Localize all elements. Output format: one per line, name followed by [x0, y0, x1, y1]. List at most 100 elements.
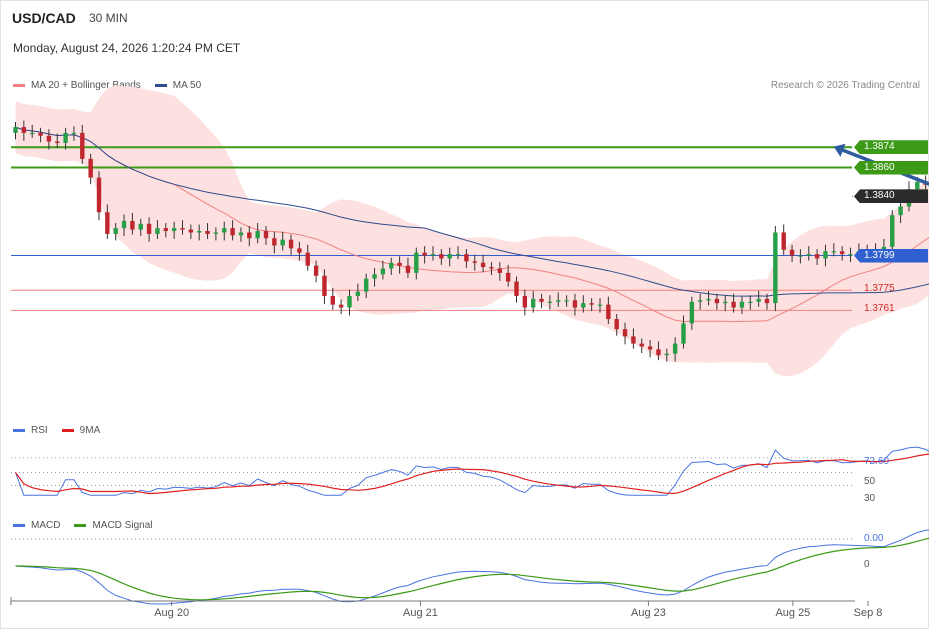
candle-body: [180, 228, 185, 230]
candle-body: [46, 135, 52, 142]
candle-body: [297, 248, 302, 253]
candle-body: [789, 249, 795, 256]
candle-body: [839, 251, 845, 255]
candle-body: [439, 254, 444, 259]
candle-body: [672, 343, 678, 354]
candle-body: [338, 304, 344, 308]
candle-body: [272, 238, 277, 246]
candle-body: [531, 298, 536, 308]
candle-body: [714, 298, 720, 304]
x-label-aug23: Aug 23: [630, 607, 666, 619]
candle-body: [614, 319, 619, 330]
candle-body: [380, 268, 386, 275]
candle-body: [288, 239, 294, 249]
candle-body: [171, 228, 177, 232]
candle-body: [96, 177, 102, 213]
candle-body: [489, 267, 494, 269]
candle-body: [497, 268, 502, 273]
candle-body: [514, 281, 519, 296]
candle-body: [764, 298, 770, 304]
candle-body: [522, 295, 528, 308]
candle-body: [205, 231, 210, 234]
candle-body: [372, 274, 377, 279]
candle-body: [138, 223, 143, 230]
candle-body: [647, 346, 653, 350]
candle-body: [389, 262, 394, 269]
candle-body: [238, 232, 244, 236]
candle-body: [322, 275, 327, 296]
candle-body: [814, 254, 820, 259]
rsi-tick-30: 30: [864, 493, 876, 504]
candle-body: [547, 301, 553, 303]
candle-body: [898, 206, 903, 216]
candle-body: [197, 231, 202, 233]
level-label-s2: 1.3761: [864, 303, 895, 315]
x-label-aug20: Aug 20: [154, 607, 190, 619]
candle-body: [121, 220, 127, 229]
candle-body: [723, 301, 728, 304]
candle-body: [88, 158, 93, 178]
candle-body: [706, 298, 711, 301]
candle-body: [364, 278, 369, 292]
candle-body: [447, 254, 452, 259]
candle-body: [656, 349, 661, 356]
candle-body: [188, 229, 194, 233]
candle-body: [405, 265, 411, 273]
candle-body: [556, 300, 561, 302]
rsi-tick-50: 50: [864, 476, 876, 487]
candle-body: [739, 301, 745, 308]
candle-body: [280, 239, 285, 246]
candle-body: [606, 304, 611, 320]
candle-body: [422, 252, 427, 256]
candle-body: [130, 220, 135, 230]
level-label-r2: 1.3874: [854, 140, 928, 155]
candle-body: [689, 301, 695, 324]
candle-body: [464, 254, 469, 262]
candle-body: [823, 251, 828, 259]
chart-canvas[interactable]: [0, 0, 929, 629]
candle-body: [163, 228, 168, 232]
candle-body: [397, 262, 402, 266]
macd-last-value: 0.00: [864, 533, 884, 544]
candle-body: [105, 212, 110, 234]
level-label-pivot: 1.3799: [854, 248, 928, 263]
candle-body: [756, 298, 761, 302]
x-label-aug25: Aug 25: [775, 607, 811, 619]
bollinger-band-area: [15, 85, 929, 377]
candle-body: [472, 261, 477, 263]
candle-body: [13, 127, 18, 133]
candle-body: [71, 132, 77, 135]
candle-body: [798, 255, 803, 257]
candle-body: [255, 231, 260, 239]
candle-body: [55, 141, 60, 143]
candle-body: [564, 300, 569, 302]
candle-body: [622, 329, 628, 337]
rsi-line: [15, 446, 929, 496]
candle-body: [305, 252, 310, 266]
macd-line: [15, 529, 929, 605]
candle-body: [915, 181, 920, 190]
candle-body: [731, 301, 736, 308]
candle-body: [63, 132, 68, 143]
candle-body: [263, 231, 269, 239]
candle-body: [639, 343, 644, 347]
candle-body: [831, 251, 836, 253]
candle-body: [355, 291, 361, 296]
candle-body: [781, 232, 786, 250]
candle-body: [631, 336, 636, 344]
candle-body: [581, 303, 586, 308]
candle-body: [330, 295, 335, 305]
x-label-aug21: Aug 21: [403, 607, 438, 619]
candle-body: [539, 298, 544, 302]
x-label-sep8: Sep 8: [853, 607, 883, 619]
candle-body: [230, 228, 235, 236]
macd-signal-line: [15, 537, 929, 601]
candle-body: [455, 254, 461, 256]
candle-body: [572, 300, 578, 308]
level-label-r1: 1.3860: [854, 160, 928, 175]
candle-body: [30, 132, 35, 135]
candle-body: [21, 127, 27, 133]
rsi-last-value: 72.60: [864, 456, 890, 467]
candle-body: [213, 232, 219, 234]
candle-body: [505, 272, 511, 282]
